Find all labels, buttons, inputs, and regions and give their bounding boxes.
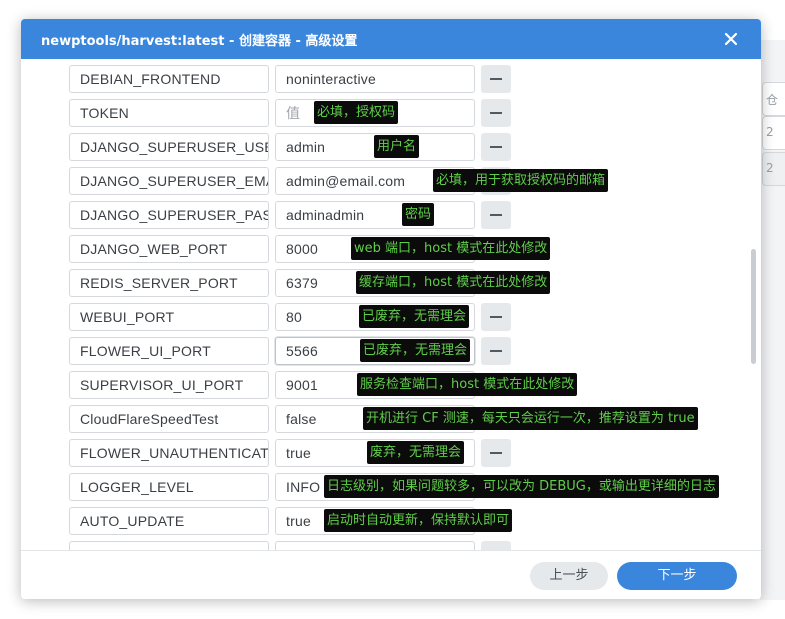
- scrollbar[interactable]: [751, 249, 756, 364]
- env-var-row: FLOWER_UI_PORT 5566 已废弃，无需理会: [21, 337, 761, 371]
- annotation-label: 密码: [402, 203, 435, 226]
- annotation-label: 开机进行 CF 测速，每天只会运行一次，推荐设置为 true: [363, 407, 698, 430]
- minus-icon: [490, 350, 502, 352]
- remove-variable-button[interactable]: [481, 201, 511, 229]
- env-var-row: REDIS_SERVER_PORT 6379 缓存端口，host 模式在此处修改: [21, 269, 761, 303]
- remove-variable-button[interactable]: [481, 303, 511, 331]
- annotation-label: 日志级别，如果问题较多，可以改为 DEBUG，或输出更详细的日志: [324, 475, 719, 498]
- env-var-name-field[interactable]: [69, 541, 269, 550]
- background-field: 2: [762, 116, 785, 150]
- background-text: 2: [766, 125, 774, 139]
- minus-icon: [490, 214, 502, 216]
- environment-variables-list[interactable]: DEBIAN_FRONTEND noninteractive TOKEN 值必填，授权…: [21, 59, 761, 550]
- env-var-name-field[interactable]: DJANGO_WEB_PORT: [69, 235, 269, 263]
- background-text: 仓: [766, 93, 779, 107]
- previous-step-button[interactable]: 上一步: [530, 562, 608, 590]
- env-var-value-field[interactable]: noninteractive: [275, 65, 475, 93]
- env-var-row: CloudFlareSpeedTest false 开机进行 CF 测速，每天只会运…: [21, 405, 761, 439]
- env-var-row: AUTO_UPDATE true 启动时自动更新，保持默认即可: [21, 507, 761, 541]
- env-var-name-field[interactable]: WEBUI_PORT: [69, 303, 269, 331]
- value-placeholder: 值: [286, 105, 301, 121]
- minus-icon: [490, 146, 502, 148]
- annotation-label: 废弃，无需理会: [367, 441, 465, 464]
- env-var-name-field[interactable]: TOKEN: [69, 99, 269, 127]
- env-var-name-field[interactable]: REDIS_SERVER_PORT: [69, 269, 269, 297]
- advanced-settings-dialog: newptools/harvest:latest - 创建容器 - 高级设置 D…: [21, 19, 761, 599]
- remove-variable-button[interactable]: [481, 99, 511, 127]
- env-var-row: DJANGO_SUPERUSER_PAS adminadmin 密码: [21, 201, 761, 235]
- close-icon[interactable]: [721, 29, 741, 49]
- minus-icon: [490, 316, 502, 318]
- minus-icon: [490, 112, 502, 114]
- annotation-label: 启动时自动更新，保持默认即可: [324, 509, 513, 532]
- remove-variable-button[interactable]: [481, 439, 511, 467]
- env-var-name-field[interactable]: DJANGO_SUPERUSER_EMA: [69, 167, 269, 195]
- env-var-row: FLOWER_UNAUTHENTICAT true 废弃，无需理会: [21, 439, 761, 473]
- remove-variable-button[interactable]: [481, 65, 511, 93]
- annotation-label: 已废弃，无需理会: [360, 339, 471, 362]
- env-var-row: SUPERVISOR_UI_PORT 9001 服务检查端口，host 模式在此处修…: [21, 371, 761, 405]
- env-var-row: WEBUI_PORT 80 已废弃，无需理会: [21, 303, 761, 337]
- env-var-name-field[interactable]: FLOWER_UI_PORT: [69, 337, 269, 365]
- env-var-name-field[interactable]: CloudFlareSpeedTest: [69, 405, 269, 433]
- env-var-name-field[interactable]: SUPERVISOR_UI_PORT: [69, 371, 269, 399]
- env-var-row: [21, 541, 761, 550]
- env-var-row: DJANGO_SUPERUSER_USE admin 用户名: [21, 133, 761, 167]
- background-field: 2: [762, 152, 785, 186]
- env-var-name-field[interactable]: FLOWER_UNAUTHENTICAT: [69, 439, 269, 467]
- env-var-row: LOGGER_LEVEL INFO 日志级别，如果问题较多，可以改为 DEBUG，或…: [21, 473, 761, 507]
- annotation-label: 服务检查端口，host 模式在此处修改: [357, 373, 578, 396]
- env-var-name-field[interactable]: AUTO_UPDATE: [69, 507, 269, 535]
- remove-variable-button[interactable]: [481, 337, 511, 365]
- annotation-label: 用户名: [374, 135, 420, 158]
- background-text: 2: [766, 161, 774, 175]
- annotation-label: web 端口，host 模式在此处修改: [351, 237, 551, 260]
- env-var-name-field[interactable]: DEBIAN_FRONTEND: [69, 65, 269, 93]
- remove-variable-button[interactable]: [481, 541, 511, 550]
- env-var-row: DJANGO_WEB_PORT 8000 web 端口，host 模式在此处修改: [21, 235, 761, 269]
- next-step-button[interactable]: 下一步: [617, 562, 737, 590]
- annotation-label: 必填，授权码: [314, 101, 399, 124]
- dialog-footer: 上一步 下一步: [21, 550, 761, 599]
- env-var-row: TOKEN 值必填，授权码: [21, 99, 761, 133]
- env-var-value-field[interactable]: [275, 541, 475, 550]
- minus-icon: [490, 78, 502, 80]
- remove-variable-button[interactable]: [481, 133, 511, 161]
- env-var-row: DEBIAN_FRONTEND noninteractive: [21, 65, 761, 99]
- annotation-label: 已废弃，无需理会: [359, 305, 470, 328]
- annotation-label: 缓存端口，host 模式在此处修改: [356, 271, 551, 294]
- env-var-name-field[interactable]: LOGGER_LEVEL: [69, 473, 269, 501]
- minus-icon: [490, 452, 502, 454]
- env-var-name-field[interactable]: DJANGO_SUPERUSER_USE: [69, 133, 269, 161]
- annotation-label: 必填，用于获取授权码的邮箱: [433, 169, 609, 192]
- dialog-title-bar: newptools/harvest:latest - 创建容器 - 高级设置: [21, 19, 761, 59]
- env-var-name-field[interactable]: DJANGO_SUPERUSER_PAS: [69, 201, 269, 229]
- env-var-row: DJANGO_SUPERUSER_EMA admin@email.com 必填，用于…: [21, 167, 761, 201]
- dialog-title: newptools/harvest:latest - 创建容器 - 高级设置: [41, 33, 358, 49]
- background-field: 仓: [762, 82, 785, 116]
- env-var-value-field[interactable]: adminadmin: [275, 201, 475, 229]
